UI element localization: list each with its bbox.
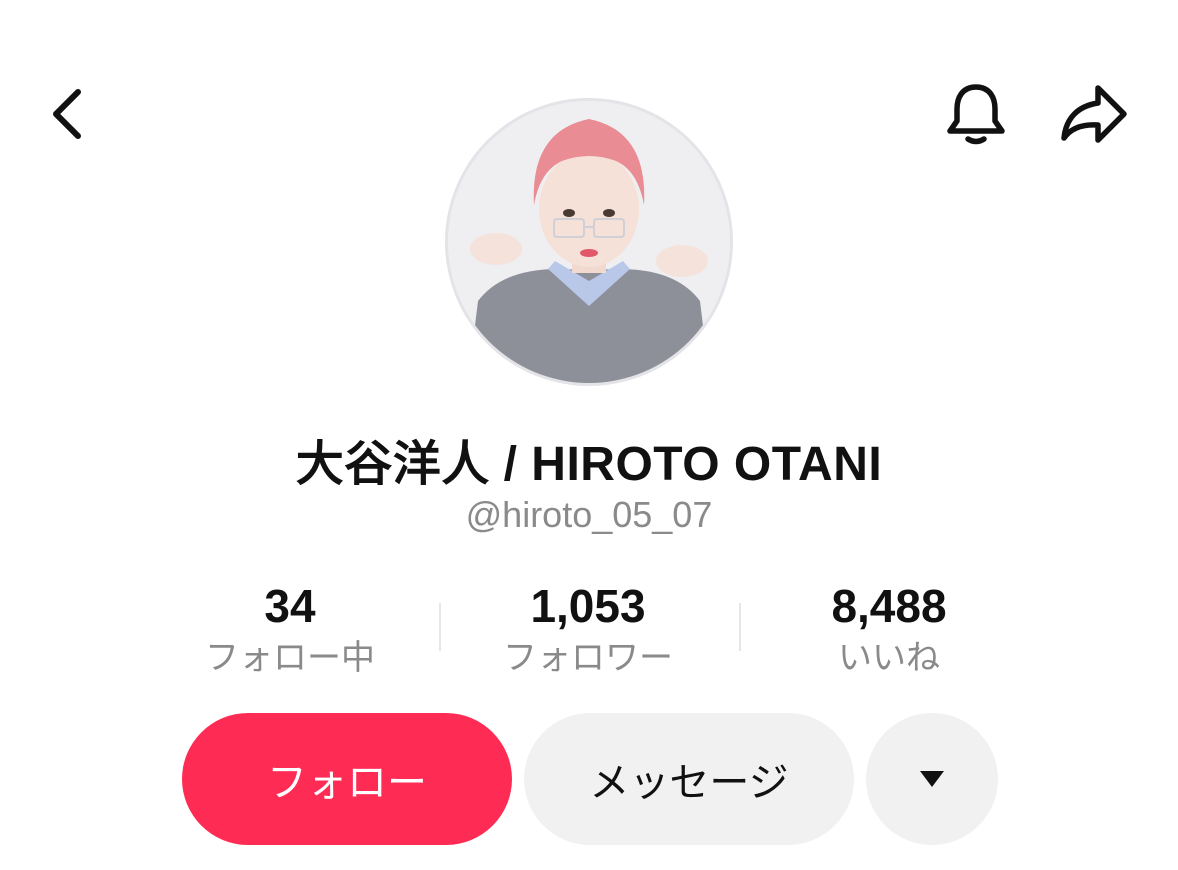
- likes-label: いいね: [838, 639, 940, 677]
- following-label: フォロー中: [205, 639, 375, 677]
- likes-count: 8,488: [831, 580, 947, 632]
- more-options-button[interactable]: [866, 713, 998, 845]
- followers-count: 1,053: [530, 580, 646, 632]
- followers-label: フォロワー: [503, 639, 673, 677]
- share-arrow-icon: [1061, 85, 1127, 143]
- chevron-left-icon: [53, 89, 81, 139]
- share-button[interactable]: [1054, 76, 1134, 152]
- stat-divider: [439, 603, 441, 651]
- following-count: 34: [264, 580, 316, 632]
- follow-button-label: フォロー: [267, 761, 427, 805]
- caret-down-icon: [920, 771, 944, 787]
- message-button[interactable]: メッセージ: [524, 713, 854, 845]
- likes-stat[interactable]: 8,488 いいね: [754, 578, 1024, 680]
- display-name: 大谷洋人 / HIROTO OTANI: [295, 438, 883, 491]
- bell-icon: [947, 84, 1005, 145]
- followers-stat[interactable]: 1,053 フォロワー: [453, 578, 723, 680]
- following-stat[interactable]: 34 フォロー中: [155, 578, 425, 680]
- avatar-image: [448, 101, 730, 383]
- stat-divider: [739, 603, 741, 651]
- notification-button[interactable]: [938, 76, 1014, 152]
- follow-button[interactable]: フォロー: [182, 713, 512, 845]
- back-button[interactable]: [36, 76, 100, 152]
- message-button-label: メッセージ: [589, 761, 789, 805]
- avatar[interactable]: [445, 98, 733, 386]
- username: @hiroto_05_07: [465, 494, 713, 535]
